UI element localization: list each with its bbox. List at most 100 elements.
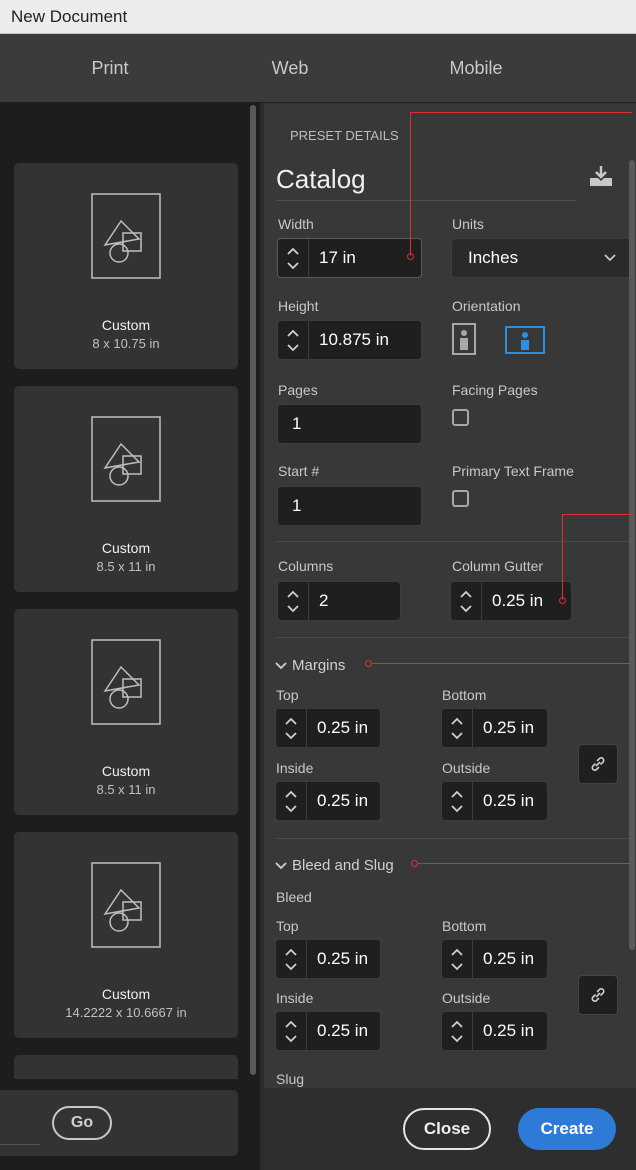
margin-top-input[interactable]: 0.25 in — [275, 708, 381, 748]
spinner-arrows-icon[interactable] — [442, 940, 473, 978]
preset-size: 8.5 x 11 in — [96, 782, 156, 797]
close-button[interactable]: Close — [403, 1108, 491, 1150]
tab-print[interactable]: Print — [20, 34, 200, 102]
margin-outside-input[interactable]: 0.25 in — [441, 781, 548, 821]
bleed-top-label: Top — [276, 918, 299, 934]
tab-web[interactable]: Web — [200, 34, 380, 102]
bleed-bottom-value: 0.25 in — [483, 949, 535, 968]
height-input[interactable]: 10.875 in — [277, 320, 422, 360]
go-button[interactable]: Go — [52, 1106, 112, 1140]
bleed-bottom-label: Bottom — [442, 918, 487, 934]
save-preset-icon[interactable] — [588, 165, 614, 187]
tab-mobile[interactable]: Mobile — [386, 34, 566, 102]
bleed-outside-input[interactable]: 0.25 in — [441, 1011, 548, 1051]
bleed-slug-title: Bleed and Slug — [292, 857, 394, 874]
preset-card[interactable] — [14, 1055, 238, 1079]
bleed-inside-label: Inside — [276, 990, 314, 1006]
preset-card[interactable]: Custom 8 x 10.75 in — [14, 163, 238, 369]
search-bar: Go — [0, 1090, 238, 1156]
bleed-outside-value: 0.25 in — [483, 1021, 535, 1040]
margin-bottom-input[interactable]: 0.25 in — [441, 708, 548, 748]
preset-card[interactable]: Custom 8.5 x 11 in — [14, 609, 238, 815]
portrait-icon[interactable] — [452, 323, 476, 355]
spinner-arrows-icon[interactable] — [276, 782, 307, 820]
spinner-arrows-icon[interactable] — [276, 940, 307, 978]
facing-pages-checkbox[interactable] — [452, 409, 469, 426]
margin-bottom-label: Bottom — [442, 687, 487, 703]
spinner-arrows-icon[interactable] — [442, 709, 473, 747]
column-gutter-input[interactable]: 0.25 in — [450, 581, 572, 621]
preset-card[interactable]: Custom 14.2222 x 10.6667 in — [14, 832, 238, 1038]
divider — [276, 200, 576, 201]
link-icon — [591, 988, 605, 1002]
preset-name-field[interactable]: Catalog — [276, 164, 366, 195]
preset-name: Custom — [101, 986, 151, 1002]
document-shapes-icon — [91, 862, 161, 948]
create-button[interactable]: Create — [518, 1108, 616, 1150]
divider — [276, 541, 632, 542]
width-input[interactable]: 17 in — [277, 238, 422, 278]
primary-text-frame-checkbox[interactable] — [452, 490, 469, 507]
spinner-arrows-icon[interactable] — [278, 239, 309, 277]
margin-inside-input[interactable]: 0.25 in — [275, 781, 381, 821]
orientation-label: Orientation — [452, 298, 521, 314]
units-label: Units — [452, 216, 484, 232]
start-page-input[interactable]: 1 — [277, 486, 422, 526]
columns-input[interactable]: 2 — [277, 581, 401, 621]
margin-inside-value: 0.25 in — [317, 791, 369, 810]
facing-pages-label: Facing Pages — [452, 382, 538, 398]
columns-label: Columns — [278, 558, 334, 574]
chevron-down-icon — [275, 662, 287, 670]
preset-size: 14.2222 x 10.6667 in — [65, 1005, 187, 1020]
link-bleed-button[interactable] — [578, 975, 618, 1015]
spinner-arrows-icon[interactable] — [442, 1012, 473, 1050]
annotation-line — [410, 112, 411, 256]
bleed-inside-input[interactable]: 0.25 in — [275, 1011, 381, 1051]
margin-top-value: 0.25 in — [317, 718, 369, 737]
spinner-arrows-icon[interactable] — [278, 582, 309, 620]
link-margins-button[interactable] — [578, 744, 618, 784]
spinner-arrows-icon[interactable] — [451, 582, 482, 620]
annotation-dot — [365, 660, 372, 667]
height-label: Height — [278, 298, 319, 314]
pages-value: 1 — [292, 414, 302, 433]
document-shapes-icon — [91, 193, 161, 279]
bleed-top-input[interactable]: 0.25 in — [275, 939, 381, 979]
annotation-dot — [411, 860, 418, 867]
spinner-arrows-icon[interactable] — [278, 321, 309, 359]
units-value: Inches — [468, 248, 519, 267]
spinner-arrows-icon[interactable] — [442, 782, 473, 820]
margin-outside-value: 0.25 in — [483, 791, 535, 810]
bleed-outside-label: Outside — [442, 990, 491, 1006]
details-scrollbar[interactable] — [629, 160, 635, 950]
window-title: New Document — [0, 0, 636, 34]
margin-top-label: Top — [276, 687, 299, 703]
margin-bottom-value: 0.25 in — [483, 718, 535, 737]
preset-size: 8 x 10.75 in — [92, 336, 160, 351]
preset-name: Custom — [101, 317, 151, 333]
primary-text-frame-label: Primary Text Frame — [452, 463, 574, 479]
annotation-dot — [407, 253, 414, 260]
preset-name: Custom — [101, 540, 151, 556]
pages-input[interactable]: 1 — [277, 404, 422, 444]
spinner-arrows-icon[interactable] — [276, 709, 307, 747]
start-page-value: 1 — [292, 496, 302, 515]
landscape-icon[interactable] — [505, 326, 545, 354]
divider — [0, 1144, 40, 1145]
margin-outside-label: Outside — [442, 760, 491, 776]
height-value: 10.875 in — [319, 330, 389, 349]
width-label: Width — [278, 216, 314, 232]
preset-list-scrollbar[interactable] — [250, 105, 256, 1075]
document-shapes-icon — [91, 639, 161, 725]
annotation-line — [410, 112, 632, 113]
tab-bar: Print Web Mobile — [0, 34, 636, 103]
preset-card[interactable]: Custom 8.5 x 11 in — [14, 386, 238, 592]
spinner-arrows-icon[interactable] — [276, 1012, 307, 1050]
bleed-bottom-input[interactable]: 0.25 in — [441, 939, 548, 979]
annotation-dot — [559, 597, 566, 604]
units-select[interactable]: Inches — [451, 238, 631, 278]
preset-size: 8.5 x 11 in — [96, 559, 156, 574]
bleed-inside-value: 0.25 in — [317, 1021, 369, 1040]
annotation-line — [562, 514, 563, 600]
annotation-line — [418, 863, 632, 864]
